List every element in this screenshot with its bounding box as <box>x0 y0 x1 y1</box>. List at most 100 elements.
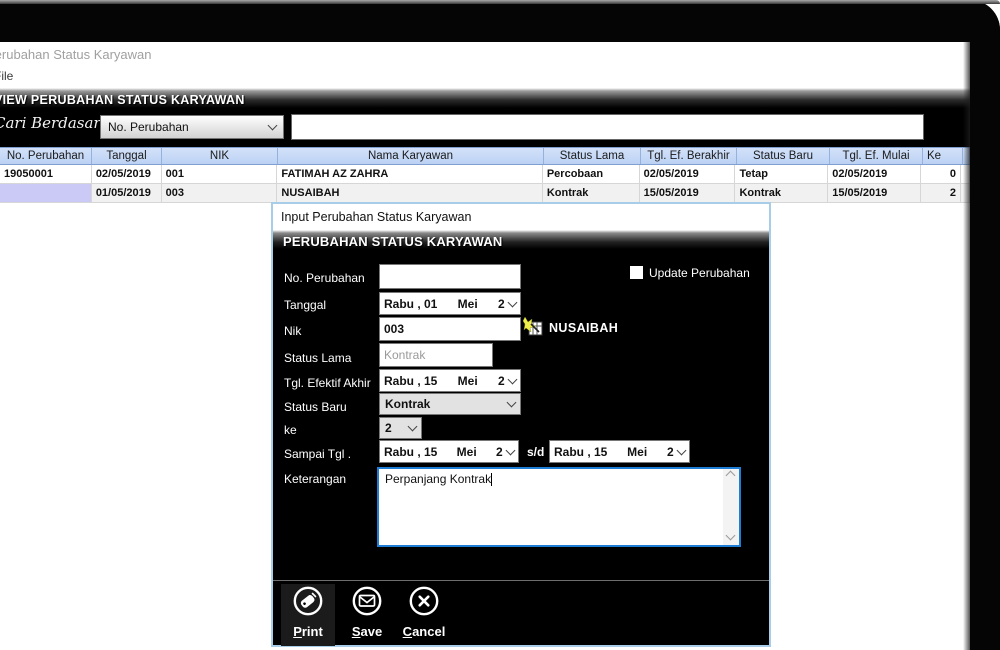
print-icon <box>291 584 325 618</box>
status-lama-label: Status Lama <box>284 351 351 365</box>
results-table: No. PerubahanTanggalNIKNama KaryawanStat… <box>0 147 970 203</box>
table-cell[interactable]: Kontrak <box>735 184 828 202</box>
table-row[interactable]: 1905000102/05/2019001FATIMAH AZ ZAHRAPer… <box>0 165 970 184</box>
date-month: Mei <box>437 374 498 388</box>
column-header[interactable]: Nama Karyawan <box>278 148 544 164</box>
table-cell[interactable] <box>0 184 92 202</box>
date-year: 2 <box>496 445 505 459</box>
no-perubahan-input[interactable] <box>379 264 521 289</box>
update-perubahan-label: Update Perubahan <box>649 266 750 280</box>
employee-lookup-icon[interactable] <box>523 316 544 337</box>
cancel-x-icon <box>407 584 441 618</box>
column-header[interactable]: Status Baru <box>737 148 830 164</box>
table-cell[interactable]: 15/05/2019 <box>640 184 736 202</box>
table-cell[interactable]: 001 <box>162 165 278 183</box>
chevron-down-icon <box>677 445 687 455</box>
date-month: Mei <box>607 445 667 459</box>
column-header[interactable]: Tanggal <box>92 148 162 164</box>
chevron-down-icon <box>506 445 516 455</box>
nik-label: Nik <box>284 324 301 338</box>
app-window: Perubahan Status Karyawan File VIEW PERU… <box>0 42 970 650</box>
table-header-row: No. PerubahanTanggalNIKNama KaryawanStat… <box>0 147 970 165</box>
column-header[interactable]: Status Lama <box>544 148 641 164</box>
date-day: Rabu , 15 <box>384 445 437 459</box>
table-body: 1905000102/05/2019001FATIMAH AZ ZAHRAPer… <box>0 165 970 203</box>
table-cell[interactable]: FATIMAH AZ ZAHRA <box>277 165 542 183</box>
update-perubahan-checkbox[interactable] <box>630 266 643 279</box>
save-button[interactable]: Save <box>339 584 395 646</box>
status-baru-dropdown[interactable]: Kontrak <box>379 393 521 415</box>
chevron-down-icon <box>508 374 518 384</box>
tgl-efektif-akhir-label: Tgl. Efektif Akhir <box>284 376 371 390</box>
cancel-button-label: Cancel <box>393 624 455 639</box>
table-cell[interactable]: 02/05/2019 <box>828 165 921 183</box>
status-baru-label: Status Baru <box>284 400 347 414</box>
table-cell[interactable]: NUSAIBAH <box>277 184 542 202</box>
menu-item-file[interactable]: File <box>0 69 13 83</box>
table-cell[interactable]: 01/05/2019 <box>92 184 162 202</box>
view-header-title: VIEW PERUBAHAN STATUS KARYAWAN <box>0 93 245 107</box>
table-cell[interactable]: 15/05/2019 <box>828 184 921 202</box>
tanggal-datepicker[interactable]: Rabu , 01 Mei 2 <box>379 292 521 315</box>
table-cell[interactable]: 2 <box>921 184 961 202</box>
ke-value: 2 <box>385 421 409 435</box>
column-header[interactable]: Tgl. Ef. Berakhir <box>641 148 737 164</box>
date-day: Rabu , 15 <box>554 445 607 459</box>
sampai-tgl-to-datepicker[interactable]: Rabu , 15 Mei 2 <box>549 440 690 463</box>
nik-input[interactable] <box>379 317 521 341</box>
status-baru-value: Kontrak <box>385 397 508 411</box>
print-button-label: Print <box>281 624 335 639</box>
ke-label: ke <box>284 423 297 437</box>
chevron-down-icon <box>508 297 518 307</box>
textarea-scrollbar[interactable] <box>723 469 739 545</box>
no-perubahan-label: No. Perubahan <box>284 271 365 285</box>
date-month: Mei <box>437 445 496 459</box>
date-day: Rabu , 15 <box>384 374 437 388</box>
button-panel-divider <box>273 580 769 581</box>
chevron-down-icon <box>268 121 278 131</box>
table-cell[interactable]: Kontrak <box>543 184 640 202</box>
window-title: Perubahan Status Karyawan <box>0 47 152 62</box>
employee-name: NUSAIBAH <box>549 321 618 335</box>
cancel-button[interactable]: Cancel <box>393 584 455 646</box>
laptop-screen-mockup: Perubahan Status Karyawan File VIEW PERU… <box>0 0 1000 650</box>
scroll-up-icon[interactable] <box>726 471 736 481</box>
status-lama-input <box>379 343 493 367</box>
table-cell[interactable]: 0 <box>921 165 961 183</box>
print-button[interactable]: Print <box>281 584 335 646</box>
input-dialog: Input Perubahan Status Karyawan PERUBAHA… <box>271 202 771 647</box>
table-cell[interactable]: Tetap <box>735 165 828 183</box>
chevron-down-icon <box>507 398 517 408</box>
scroll-down-icon[interactable] <box>726 531 736 541</box>
ke-dropdown[interactable]: 2 <box>379 417 422 439</box>
table-row[interactable]: 01/05/2019003NUSAIBAHKontrak15/05/2019Ko… <box>0 184 970 203</box>
search-filter-value: No. Perubahan <box>108 120 269 134</box>
monitor-bezel-highlight <box>0 0 1000 4</box>
chevron-down-icon <box>408 422 418 432</box>
tgl-efektif-akhir-datepicker[interactable]: Rabu , 15 Mei 2 <box>379 369 521 392</box>
date-day: Rabu , 01 <box>384 297 437 311</box>
table-cell[interactable]: 19050001 <box>0 165 92 183</box>
date-year: 2 <box>667 445 676 459</box>
tanggal-label: Tanggal <box>284 298 326 312</box>
column-header[interactable]: No. Perubahan <box>0 148 92 164</box>
table-cell[interactable]: 02/05/2019 <box>640 165 736 183</box>
sampai-tgl-from-datepicker[interactable]: Rabu , 15 Mei 2 <box>379 440 519 463</box>
date-year: 2 <box>498 297 507 311</box>
text-caret <box>491 473 492 486</box>
table-cell[interactable]: Percobaan <box>543 165 640 183</box>
column-header[interactable]: Ke <box>923 148 963 164</box>
date-year: 2 <box>498 374 507 388</box>
table-cell[interactable]: 02/05/2019 <box>92 165 162 183</box>
sd-separator-label: s/d <box>527 445 544 459</box>
keterangan-textarea[interactable]: Perpanjang Kontrak <box>377 467 741 547</box>
column-header[interactable]: Tgl. Ef. Mulai <box>830 148 923 164</box>
search-filter-dropdown[interactable]: No. Perubahan <box>100 115 284 139</box>
date-month: Mei <box>437 297 498 311</box>
table-cell[interactable]: 003 <box>162 184 278 202</box>
column-header[interactable]: NIK <box>162 148 278 164</box>
save-button-label: Save <box>339 624 395 639</box>
keterangan-label: Keterangan <box>284 472 346 486</box>
search-input[interactable] <box>291 114 924 140</box>
keterangan-text: Perpanjang Kontrak <box>385 472 491 486</box>
